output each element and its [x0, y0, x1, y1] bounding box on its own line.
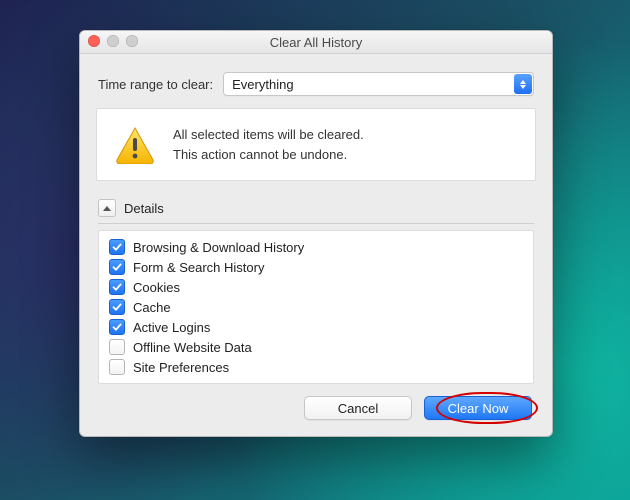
checkbox[interactable] — [109, 299, 125, 315]
warning-text: All selected items will be cleared. This… — [173, 125, 364, 164]
details-header: Details — [98, 195, 534, 224]
checkbox-label: Form & Search History — [133, 260, 264, 275]
checkbox-label: Cache — [133, 300, 171, 315]
list-item: Site Preferences — [99, 357, 533, 377]
details-list: Browsing & Download History Form & Search… — [98, 230, 534, 384]
titlebar: Clear All History — [80, 31, 552, 54]
cancel-button[interactable]: Cancel — [304, 396, 412, 420]
warning-line-2: This action cannot be undone. — [173, 145, 364, 165]
checkbox-label: Browsing & Download History — [133, 240, 304, 255]
details-title: Details — [124, 201, 164, 216]
list-item: Active Logins — [99, 317, 533, 337]
warning-panel: All selected items will be cleared. This… — [96, 108, 536, 181]
clear-now-button[interactable]: Clear Now — [424, 396, 532, 420]
checkbox-label: Active Logins — [133, 320, 210, 335]
checkbox[interactable] — [109, 339, 125, 355]
checkbox-label: Offline Website Data — [133, 340, 252, 355]
checkbox[interactable] — [109, 279, 125, 295]
time-range-row: Time range to clear: Everything — [98, 72, 534, 96]
checkbox-label: Cookies — [133, 280, 180, 295]
select-stepper-icon — [514, 74, 532, 94]
list-item: Cookies — [99, 277, 533, 297]
list-item: Form & Search History — [99, 257, 533, 277]
checkbox[interactable] — [109, 319, 125, 335]
list-item: Cache — [99, 297, 533, 317]
window-controls — [88, 35, 138, 47]
dialog-content: Time range to clear: Everything — [80, 54, 552, 436]
checkbox-label: Site Preferences — [133, 360, 229, 375]
minimize-window-button — [107, 35, 119, 47]
time-range-select[interactable]: Everything — [223, 72, 534, 96]
clear-history-dialog: Clear All History Time range to clear: E… — [79, 30, 553, 437]
checkbox[interactable] — [109, 239, 125, 255]
zoom-window-button — [126, 35, 138, 47]
details-disclosure-button[interactable] — [98, 199, 116, 217]
time-range-label: Time range to clear: — [98, 77, 213, 92]
window-title: Clear All History — [270, 35, 362, 50]
warning-icon — [115, 126, 155, 164]
close-window-button[interactable] — [88, 35, 100, 47]
list-item: Offline Website Data — [99, 337, 533, 357]
button-row: Cancel Clear Now — [96, 396, 536, 422]
list-item: Browsing & Download History — [99, 237, 533, 257]
checkbox[interactable] — [109, 259, 125, 275]
time-range-value: Everything — [232, 77, 514, 92]
warning-line-1: All selected items will be cleared. — [173, 125, 364, 145]
checkbox[interactable] — [109, 359, 125, 375]
chevron-up-icon — [103, 206, 111, 211]
